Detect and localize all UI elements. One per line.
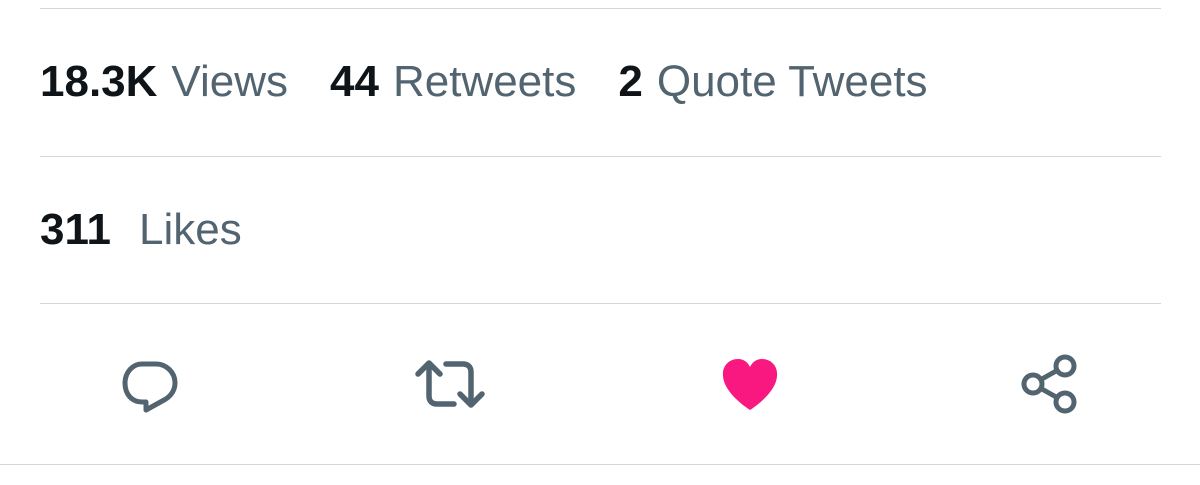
likes-count: 311 <box>40 205 111 254</box>
quote-tweets-count: 2 <box>618 57 643 106</box>
views-stat: 18.3K Views <box>40 57 288 107</box>
quote-tweets-stat[interactable]: 2 Quote Tweets <box>618 57 927 107</box>
retweet-button[interactable] <box>414 348 486 420</box>
like-button[interactable] <box>714 348 786 420</box>
likes-stat[interactable]: 311 Likes <box>40 205 242 255</box>
share-icon <box>1021 354 1077 414</box>
tweet-action-bar <box>0 304 1200 464</box>
engagement-stats-row: 18.3K Views 44 Retweets 2 Quote Tweets <box>40 8 970 156</box>
share-button[interactable] <box>1014 348 1086 420</box>
quote-tweets-label: Quote Tweets <box>656 57 928 106</box>
reply-button[interactable] <box>114 348 186 420</box>
likes-stats-row: 311 Likes <box>40 156 284 304</box>
retweets-count: 44 <box>330 57 379 106</box>
views-label: Views <box>171 57 288 106</box>
heart-icon <box>722 359 778 410</box>
retweets-label: Retweets <box>392 57 577 106</box>
reply-icon <box>122 361 178 413</box>
likes-label: Likes <box>138 205 242 254</box>
views-count: 18.3K <box>40 57 158 106</box>
retweets-stat[interactable]: 44 Retweets <box>330 57 576 107</box>
retweet-icon <box>415 360 485 408</box>
bottom-divider <box>0 464 1200 465</box>
